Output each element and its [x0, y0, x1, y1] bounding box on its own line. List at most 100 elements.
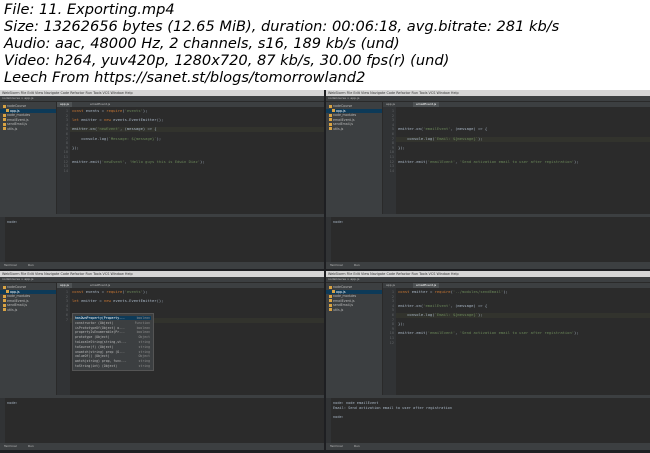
file-icon: [3, 299, 6, 302]
sidebar-item[interactable]: emailEvent.js: [329, 299, 354, 303]
toolbar-path: nodeCourse > app.js: [328, 277, 360, 281]
autocomplete-item[interactable]: valueOf() (Object) Object: [75, 354, 151, 358]
folder-icon: [3, 113, 6, 117]
autocomplete-item-name: toLocaleString(string,st...: [75, 340, 127, 344]
sidebar-item-label: utils.js: [7, 126, 18, 131]
sidebar-item[interactable]: utils.js: [3, 127, 17, 131]
audio-line: Audio: aac, 48000 Hz, 2 channels, s16, 1…: [4, 35, 400, 52]
run-tab[interactable]: Run: [354, 443, 360, 450]
terminal-tab[interactable]: Terminal: [330, 443, 343, 450]
sidebar-item-label: sendEmail.js: [7, 122, 28, 126]
autocomplete-item[interactable]: propertyIsEnumerable(Pr... boolean: [75, 330, 151, 334]
terminal-tab[interactable]: Terminal: [330, 262, 343, 269]
sidebar-item[interactable]: sendEmail.js: [329, 122, 353, 126]
terminal-gutter: [0, 217, 5, 265]
autocomplete-popup[interactable]: hasOwnProperty(Property... boolean constru…: [72, 313, 154, 371]
sidebar-item[interactable]: nodeCourse: [329, 285, 352, 289]
sidebar-item-label: app.js: [10, 289, 20, 294]
run-tab[interactable]: Run: [28, 443, 34, 450]
sidebar-item[interactable]: emailEvent.js: [3, 299, 28, 303]
project-sidebar: nodeCourse app.js node_modules emailEvent.j…: [0, 102, 57, 214]
folder-icon: [329, 294, 332, 298]
sidebar-item[interactable]: nodeCourse: [3, 104, 26, 108]
video-info-header: File: 11. Exporting.mp4 Size: 13262656 b…: [0, 0, 650, 90]
autocomplete-item-type: Function: [134, 320, 150, 325]
sidebar-item[interactable]: app.js: [326, 108, 382, 113]
code-editor[interactable]: const events = require('events'); let emi…: [72, 107, 320, 214]
sidebar-item-label: sendEmail.js: [333, 303, 354, 307]
file-icon: [3, 303, 6, 307]
thumbnail-4: WebStorm File Edit View Navigate Code Re…: [326, 271, 650, 450]
terminal-panel[interactable]: node:: [0, 214, 324, 265]
code-line: let emitter = new events.EventEmitter();: [72, 298, 164, 304]
size-line: Size: 13262656 bytes (12.65 MiB), durati…: [4, 18, 560, 35]
sidebar-item[interactable]: node_modules: [3, 294, 30, 298]
terminal-gutter: [326, 217, 331, 265]
sidebar-item[interactable]: utils.js: [329, 127, 343, 131]
autocomplete-item[interactable]: toString(int) (Object) string: [75, 364, 151, 368]
code-line: emitter.emit('emailEvent', 'Send activat…: [398, 158, 579, 164]
terminal-panel[interactable]: node:: [0, 395, 324, 446]
sidebar-item-label: node_modules: [333, 294, 357, 298]
autocomplete-item[interactable]: toLocaleString(string,st... string: [75, 340, 151, 344]
sidebar-item-label: emailEvent.js: [7, 117, 29, 122]
terminal-panel[interactable]: node: node emailEvent Email: Send activat…: [326, 395, 650, 446]
autocomplete-item-name: prototype (Object): [75, 335, 110, 340]
file-icon: [3, 308, 6, 311]
code-editor[interactable]: emitter.on('emailEvent', (message) => { …: [398, 107, 646, 214]
code-line: console.log(`Email: ${message}`);: [398, 312, 483, 317]
project-sidebar: nodeCourse app.js node_modules emailEvent.j…: [0, 283, 57, 395]
code-line: });: [398, 144, 405, 150]
autocomplete-item[interactable]: hasOwnProperty(Property... boolean: [75, 316, 151, 321]
sidebar-item-label: emailEvent.js: [333, 117, 355, 122]
sidebar-item-label: app.js: [336, 289, 346, 294]
terminal-line: node:: [333, 220, 344, 224]
sidebar-item[interactable]: node_modules: [329, 113, 356, 117]
autocomplete-item-type: string: [138, 359, 150, 364]
autocomplete-item[interactable]: watch(string) prop, func... string: [75, 359, 151, 363]
autocomplete-item-name: unwatch(string) prop (O...: [75, 349, 125, 354]
sidebar-item[interactable]: app.js: [326, 289, 382, 294]
sidebar-item[interactable]: nodeCourse: [329, 104, 352, 108]
status-bar: Terminal Run: [0, 262, 324, 269]
sidebar-item[interactable]: emailEvent.js: [3, 118, 28, 122]
autocomplete-item[interactable]: constructor (Object) Function: [75, 321, 151, 325]
code-editor[interactable]: const emitter = require('../modules/send…: [398, 288, 646, 395]
sidebar-item-label: utils.js: [333, 126, 344, 131]
autocomplete-item[interactable]: prototype (Object) Object: [75, 335, 151, 339]
code-line: });: [398, 321, 405, 327]
file-icon: [329, 122, 332, 126]
sidebar-item[interactable]: sendEmail.js: [329, 303, 353, 307]
file-icon: [3, 127, 6, 130]
sidebar-item-label: utils.js: [333, 307, 344, 312]
toolbar-path: nodeCourse > app.js: [2, 96, 34, 100]
sidebar-item[interactable]: utils.js: [3, 308, 17, 312]
sidebar-item[interactable]: nodeCourse: [3, 285, 26, 289]
sidebar-item[interactable]: app.js: [0, 289, 56, 294]
sidebar-item[interactable]: emailEvent.js: [329, 118, 354, 122]
sidebar-item[interactable]: sendEmail.js: [3, 122, 27, 126]
terminal-line: node:: [7, 220, 18, 224]
run-tab[interactable]: Run: [28, 262, 34, 269]
autocomplete-item[interactable]: toSource(f) (Object) string: [75, 345, 151, 349]
status-bar: Terminal Run: [326, 443, 650, 450]
sidebar-item[interactable]: sendEmail.js: [3, 303, 27, 307]
autocomplete-item[interactable]: isPrototypeOf(Object) o... boolean: [75, 326, 151, 330]
sidebar-item-label: nodeCourse: [333, 104, 353, 108]
terminal-line: node:: [333, 414, 344, 419]
autocomplete-item-type: boolean: [136, 330, 150, 335]
terminal-panel[interactable]: node:: [326, 214, 650, 265]
autocomplete-item-type: string: [138, 364, 150, 368]
terminal-tab[interactable]: Terminal: [4, 262, 17, 269]
line-number: 12: [389, 340, 394, 345]
sidebar-item[interactable]: utils.js: [329, 308, 343, 312]
sidebar-item[interactable]: node_modules: [329, 294, 356, 298]
sidebar-item[interactable]: app.js: [0, 108, 56, 113]
sidebar-item[interactable]: node_modules: [3, 113, 30, 117]
run-tab[interactable]: Run: [354, 262, 360, 269]
terminal-tab[interactable]: Terminal: [4, 443, 17, 450]
video-line: Video: h264, yuv420p, 1280x720, 87 kb/s,…: [4, 52, 450, 69]
terminal-line: Email: Send activation email to user aft…: [333, 405, 452, 410]
autocomplete-item[interactable]: unwatch(string) prop (O... string: [75, 350, 151, 354]
code-line: emitter.on('emailEvent', (message) => {: [398, 126, 488, 132]
